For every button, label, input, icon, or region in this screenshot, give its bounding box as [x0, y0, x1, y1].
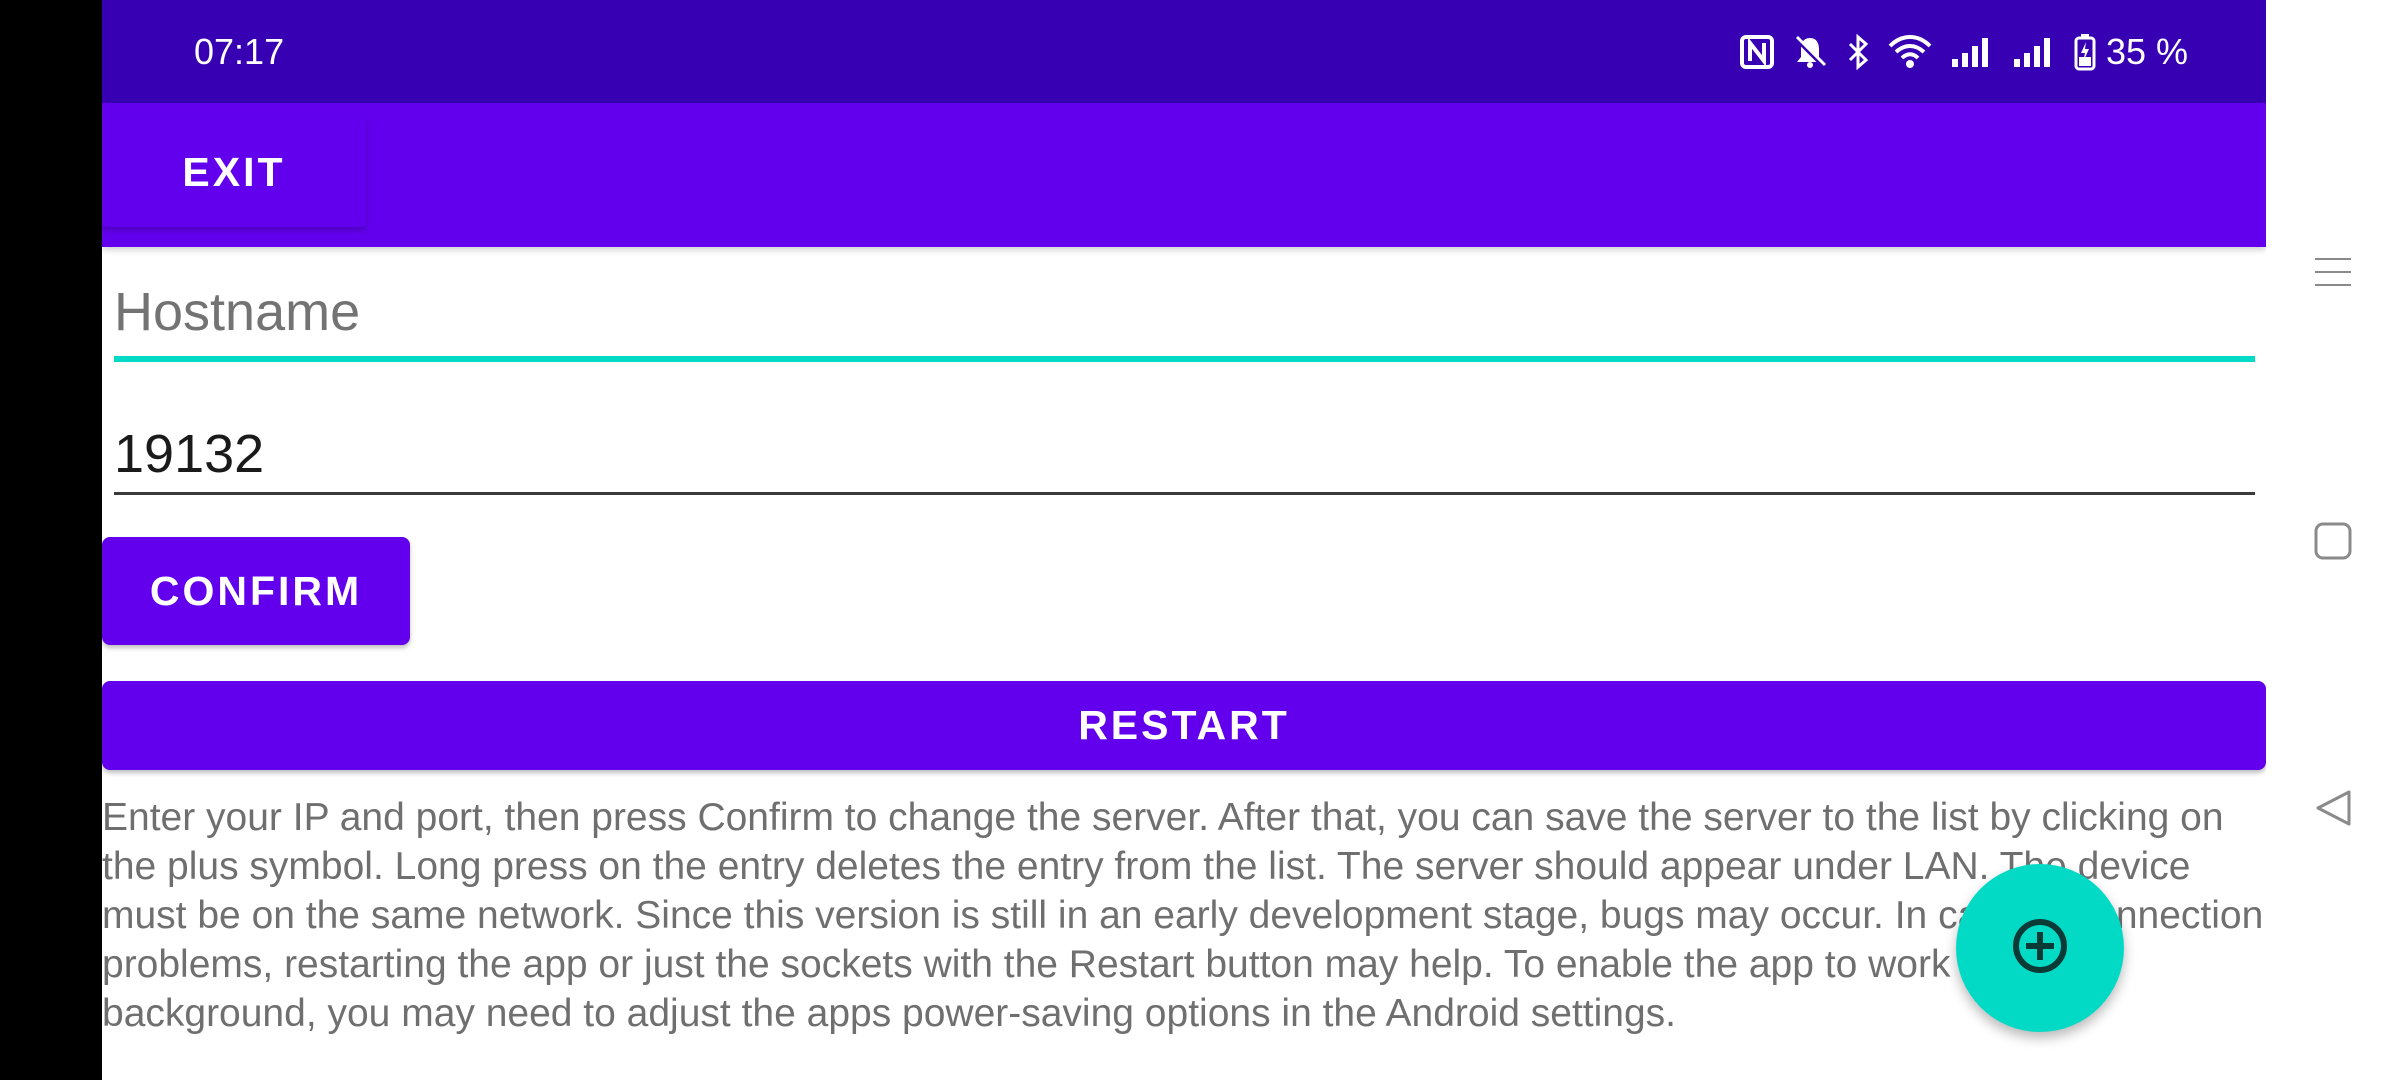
- add-circle-icon: [2011, 917, 2069, 980]
- back-button[interactable]: [2266, 750, 2400, 870]
- port-field[interactable]: 19132: [114, 406, 2255, 496]
- hostname-underline: [114, 356, 2255, 362]
- recent-apps-button[interactable]: [2266, 214, 2400, 334]
- app-window: 07:17 35 % EXIT Hostname 19132 CONFIRM R…: [102, 0, 2266, 1080]
- app-bar: EXIT: [102, 103, 2266, 247]
- port-underline: [114, 492, 2255, 495]
- port-input[interactable]: 19132: [114, 422, 264, 486]
- nfc-icon: [1739, 35, 1774, 69]
- screen: 07:17 35 % EXIT Hostname 19132 CONFIRM R…: [0, 0, 2400, 1080]
- menu-icon: [2313, 252, 2353, 297]
- hostname-field: [114, 270, 2255, 362]
- status-bar: 07:17 35 %: [102, 0, 2266, 103]
- signal-icon: [1950, 35, 1994, 69]
- restart-button[interactable]: RESTART: [102, 681, 2266, 770]
- bluetooth-icon: [1846, 34, 1870, 70]
- status-time: 07:17: [194, 31, 285, 72]
- confirm-button[interactable]: CONFIRM: [102, 537, 410, 645]
- navigation-bar: [2266, 0, 2400, 1080]
- bell-muted-icon: [1792, 34, 1828, 70]
- wifi-icon: [1888, 34, 1932, 70]
- battery-charging-icon: [2074, 33, 2096, 71]
- info-text: Enter your IP and port, then press Confi…: [102, 796, 2264, 1035]
- back-triangle-icon: [2313, 788, 2353, 833]
- left-black-bar: [0, 0, 102, 1080]
- status-icons: 35 %: [1739, 28, 2188, 76]
- hostname-input[interactable]: [114, 270, 2255, 354]
- home-square-icon: [2313, 521, 2353, 566]
- home-button[interactable]: [2266, 483, 2400, 603]
- exit-button[interactable]: EXIT: [102, 117, 366, 227]
- add-server-fab[interactable]: [1956, 864, 2124, 1032]
- signal-icon: [2012, 35, 2056, 69]
- battery-percentage: 35 %: [2105, 31, 2188, 72]
